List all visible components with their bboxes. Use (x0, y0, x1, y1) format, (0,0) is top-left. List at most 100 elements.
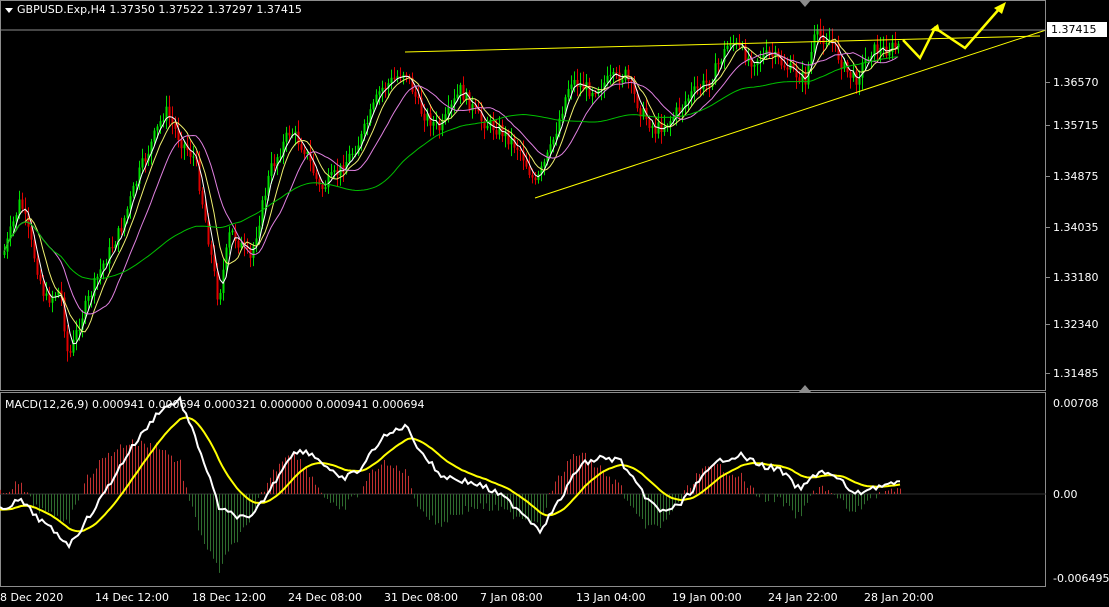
candle-body (87, 296, 90, 301)
time-axis-label: 24 Jan 22:00 (768, 591, 838, 604)
candle-body (45, 293, 48, 296)
candle-body (330, 172, 333, 176)
price-axis-tick (1046, 277, 1050, 278)
candle-body (273, 163, 276, 167)
time-axis-label: 24 Dec 08:00 (288, 591, 362, 604)
candle-body (135, 183, 138, 186)
candle-body (765, 50, 768, 55)
resistance-trendline (404, 35, 1041, 53)
candle-body (822, 36, 825, 44)
candle-body (270, 163, 273, 176)
price-axis-label: 1.35715 (1053, 119, 1099, 132)
candle-body (867, 58, 870, 60)
candle-body (180, 140, 183, 149)
candle-body (438, 121, 441, 131)
candle-body (705, 80, 708, 83)
candle-body (384, 87, 387, 89)
candle-body (36, 258, 39, 275)
candle-body (825, 42, 828, 44)
candle-body (210, 244, 213, 255)
candle-body (42, 280, 45, 296)
candle-body (813, 34, 816, 52)
time-axis-label: 18 Dec 12:00 (192, 591, 266, 604)
candle-body (204, 204, 207, 221)
candle-body (417, 96, 420, 98)
candle-body (525, 160, 528, 167)
candle-body (366, 122, 369, 124)
candle-body (237, 240, 240, 248)
candle-body (798, 77, 801, 82)
candle-body (231, 230, 234, 233)
chart-canvas (0, 2, 1047, 573)
candle-body (141, 158, 144, 168)
candle-body (618, 72, 621, 83)
candle-body (855, 71, 858, 85)
candle-body (153, 130, 156, 142)
symbol-header: GBPUSD.Exp,H4 1.37350 1.37522 1.37297 1.… (5, 3, 302, 16)
candle-body (840, 59, 843, 69)
price-axis-label: 1.36570 (1053, 76, 1099, 89)
candle-body (459, 84, 462, 95)
candle-body (696, 86, 699, 89)
candle-body (609, 74, 612, 76)
candle-body (378, 91, 381, 95)
candle-body (21, 199, 24, 209)
candle-body (516, 147, 519, 150)
time-axis-label: 31 Dec 08:00 (384, 591, 458, 604)
dropdown-triangle-icon[interactable] (5, 7, 13, 13)
price-axis-label: 1.34035 (1053, 221, 1099, 234)
candle-body (69, 351, 72, 353)
candle-body (132, 185, 135, 197)
candle-body (717, 63, 720, 65)
moving-average-white (3, 35, 899, 345)
chart-window[interactable]: GBPUSD.Exp,H4 1.37350 1.37522 1.37297 1.… (0, 0, 1109, 607)
candle-body (126, 208, 129, 218)
candle-body (219, 292, 222, 300)
candle-body (39, 274, 42, 281)
moving-average-green (3, 56, 899, 280)
candle-body (531, 175, 534, 178)
candle-body (303, 149, 306, 155)
candle-body (528, 166, 531, 176)
candle-body (891, 42, 894, 53)
candle-body (252, 246, 255, 258)
candle-body (534, 177, 537, 181)
candle-body (351, 153, 354, 155)
candle-body (861, 62, 864, 78)
price-axis-tick (1046, 82, 1050, 83)
candle-body (300, 144, 303, 150)
candle-body (432, 121, 435, 126)
time-axis-label: 8 Dec 2020 (0, 591, 64, 604)
candle-body (561, 113, 564, 119)
candle-body (348, 153, 351, 162)
candle-body (264, 195, 267, 201)
candle-body (753, 64, 756, 67)
candle-body (120, 228, 123, 232)
scroll-marker-icon (799, 0, 811, 7)
candle-body (678, 107, 681, 112)
candle-body (594, 93, 597, 95)
candle-body (390, 77, 393, 84)
price-axis-tick (1046, 227, 1050, 228)
candle-body (66, 331, 69, 352)
candle-body (225, 247, 228, 270)
candle-body (321, 184, 324, 189)
candle-body (648, 119, 651, 128)
candle-body (858, 77, 861, 85)
candle-body (495, 130, 498, 135)
candle-body (612, 72, 615, 75)
forecast-arrowhead-icon (930, 24, 940, 32)
candle-body (393, 77, 396, 79)
candle-body (363, 123, 366, 134)
candle-body (129, 196, 132, 209)
candle-body (786, 67, 789, 70)
candle-body (324, 187, 327, 189)
candle-body (156, 126, 159, 131)
candle-body (192, 156, 195, 158)
candle-body (552, 139, 555, 145)
candle-body (456, 94, 459, 99)
macd-header: MACD(12,26,9) 0.000941 0.000694 0.000321… (5, 398, 425, 411)
candle-body (576, 79, 579, 88)
moving-average-pink (3, 52, 899, 315)
time-axis-label: 14 Dec 12:00 (95, 591, 169, 604)
